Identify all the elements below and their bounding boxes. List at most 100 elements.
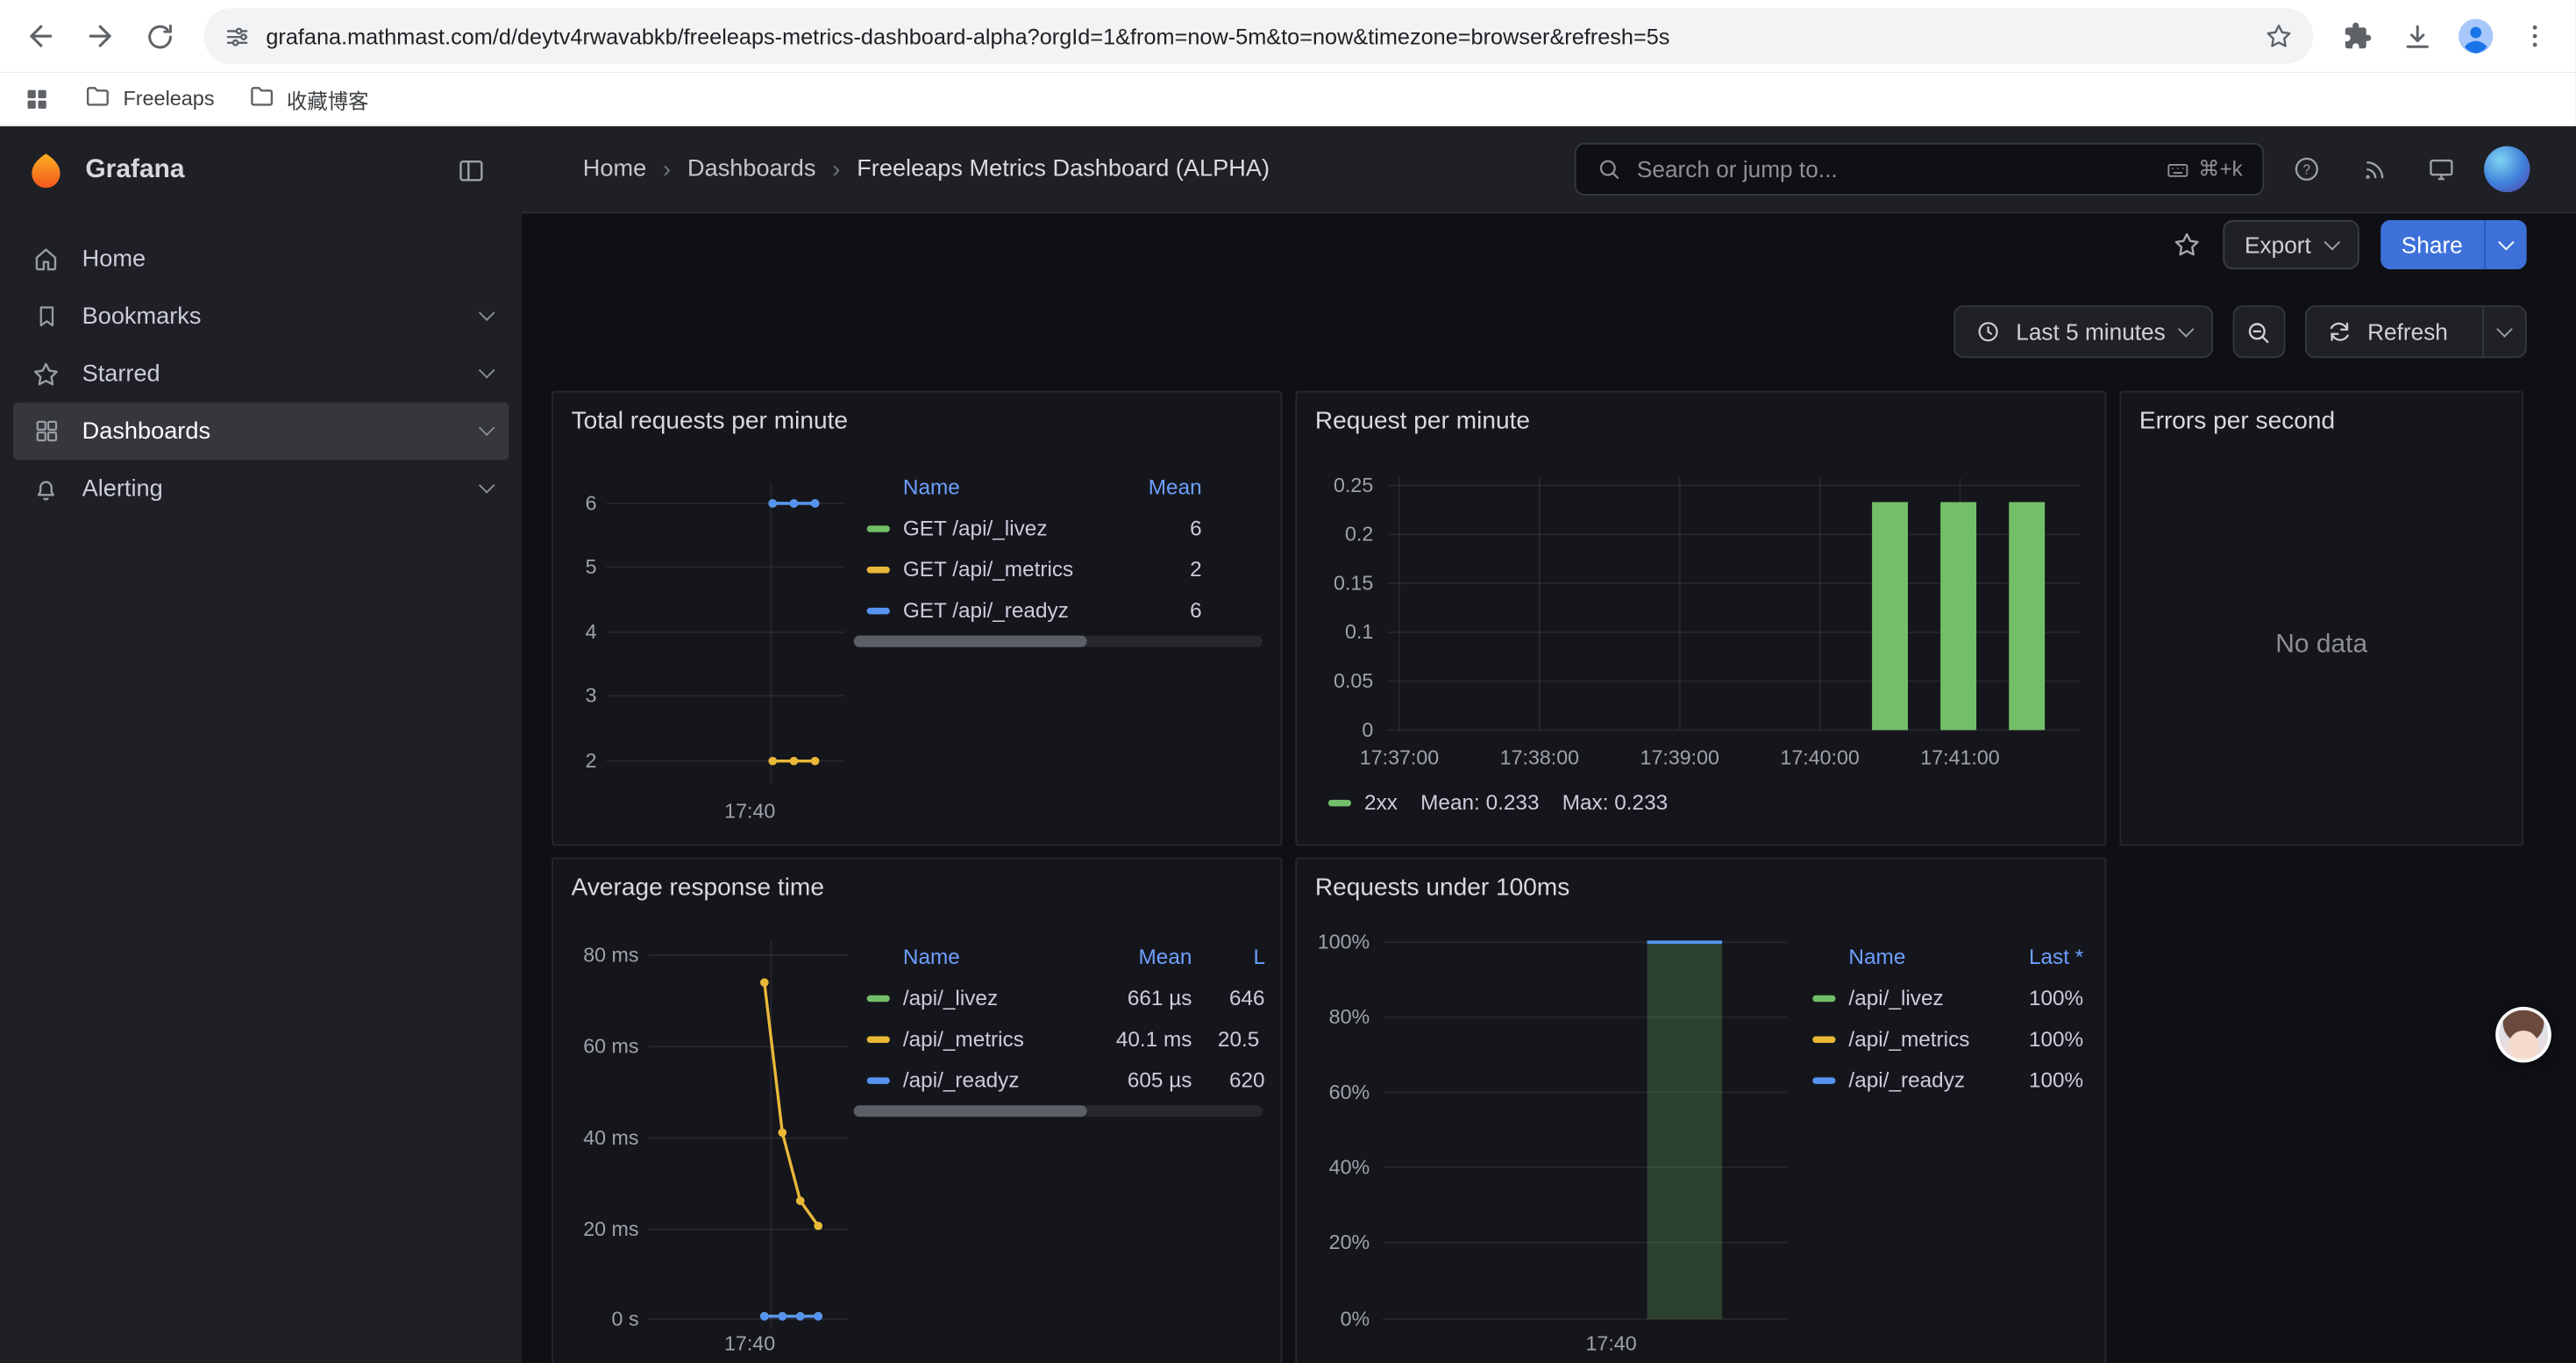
search-input[interactable]: Search or jump to... ⌘+k [1575,143,2264,196]
legend-header-last[interactable]: Last * [2004,944,2083,968]
legend-header-name[interactable]: Name [903,944,1084,968]
dock-sidebar-icon[interactable] [446,146,495,195]
bookmark-folder-freeleaps[interactable]: Freeleaps [83,82,214,115]
series-mean: 2 [1097,557,1202,582]
keyboard-shortcut: ⌘+k [2166,156,2243,182]
series-name: /api/_metrics [903,1026,1084,1051]
svg-text:17:38:00: 17:38:00 [1500,746,1579,768]
url-bar[interactable] [203,8,2313,64]
refresh-interval-button[interactable] [2482,307,2525,356]
legend-row[interactable]: GET /api/_livez 6 [850,508,1266,549]
menu-icon[interactable] [2507,8,2563,64]
tune-icon[interactable] [224,22,252,50]
request-per-minute-chart[interactable]: 0.250.20.150.10.05017:37:0017:38:0017:39… [1297,393,2104,845]
legend-row[interactable]: GET /api/_readyz 6 [850,589,1266,631]
bookmarks-bar: Freeleaps 收藏博客 [0,72,2576,126]
series-name: /api/_metrics [1848,1026,2004,1051]
legend-row[interactable]: /api/_metrics 40.1 ms 20.5 ms [850,1018,1266,1060]
svg-text:0%: 0% [1341,1307,1370,1330]
share-button[interactable]: Share [2380,220,2526,269]
panel-title[interactable]: Errors per second [2139,407,2335,435]
extensions-icon[interactable] [2330,8,2386,64]
legend-header-name[interactable]: Name [903,474,1097,498]
dashboard-actions: Export Share [522,213,2575,275]
profile-icon[interactable] [2448,8,2504,64]
user-avatar[interactable] [2484,146,2530,192]
chevron-down-icon[interactable] [479,477,495,494]
chevron-down-icon [2323,233,2340,250]
legend-row[interactable]: /api/_livez 100% [1812,977,2095,1018]
legend-header: Name Last * [1812,934,2095,977]
breadcrumb-dashboards[interactable]: Dashboards [687,156,815,182]
svg-text:0.25: 0.25 [1334,474,1373,496]
legend-row[interactable]: 2xx [1328,790,1398,815]
svg-text:?: ? [2303,162,2311,177]
sidebar-item-label: Alerting [82,475,163,502]
legend-row[interactable]: /api/_livez 661 µs 646 µs [850,977,1266,1018]
zoom-out-button[interactable] [2233,305,2286,358]
series-color-dash [867,1076,890,1082]
bookmark-star-icon[interactable] [2264,21,2294,51]
series-mean: 661 µs [1084,986,1192,1010]
svg-text:0.1: 0.1 [1345,620,1373,643]
svg-text:100%: 100% [1318,931,1370,953]
series-mean: 605 µs [1084,1067,1192,1092]
legend-scrollbar[interactable] [854,636,1263,647]
legend-header-name[interactable]: Name [1848,944,2004,968]
share-label[interactable]: Share [2380,220,2484,269]
rss-icon[interactable] [2350,145,2399,194]
forward-icon[interactable] [72,8,128,64]
chevron-down-icon[interactable] [479,420,495,437]
no-data-message: No data [2121,631,2522,660]
series-name: /api/_readyz [903,1067,1084,1092]
search-placeholder: Search or jump to... [1637,156,2151,182]
sidebar-item-bookmarks[interactable]: Bookmarks [13,288,509,346]
star-icon [30,357,62,389]
legend-row[interactable]: /api/_metrics 100% [1812,1018,2095,1060]
svg-text:6: 6 [586,491,597,514]
sidebar-item-alerting[interactable]: Alerting [13,460,509,517]
home-icon [30,242,62,275]
clock-icon [1975,318,2001,345]
sidebar-item-dashboards[interactable]: Dashboards [13,403,509,460]
download-icon[interactable] [2388,8,2444,64]
sidebar-item-label: Bookmarks [82,303,202,329]
svg-text:60%: 60% [1329,1081,1370,1103]
legend-row[interactable]: GET /api/_metrics 2 [850,548,1266,589]
legend-scrollbar[interactable] [854,1105,1263,1117]
bookmark-folder-blogs[interactable]: 收藏博客 [247,82,369,115]
help-icon[interactable]: ? [2282,145,2331,194]
sidebar-item-home[interactable]: Home [13,230,509,288]
legend-header-last[interactable]: Last [1192,944,1265,968]
main-area: Home › Dashboards › Freeleaps Metrics Da… [522,126,2575,1363]
legend-header: Name Mean Last [850,934,1266,977]
breadcrumb-home[interactable]: Home [583,156,646,182]
legend-header-mean[interactable]: Mean [1097,474,1202,498]
series-name: GET /api/_readyz [903,598,1097,623]
url-input[interactable] [266,24,2249,48]
chevron-down-icon[interactable] [479,304,495,321]
sidebar-item-label: Dashboards [82,418,210,445]
sidebar-item-starred[interactable]: Starred [13,345,509,403]
chevron-down-icon[interactable] [479,362,495,379]
monitor-icon[interactable] [2416,145,2466,194]
time-range-picker[interactable]: Last 5 minutes [1953,305,2213,358]
reload-icon[interactable] [132,8,188,64]
favorite-dashboard-button[interactable] [2173,230,2202,260]
legend-row[interactable]: /api/_readyz 605 µs 620 µs [850,1060,1266,1101]
series-last: 20.5 ms [1192,1026,1265,1051]
search-icon [1596,156,1622,182]
export-button[interactable]: Export [2224,220,2359,269]
back-icon[interactable] [13,8,69,64]
panel-total-requests: Total requests per minute 6543217:40 Nam… [551,391,1282,846]
apps-grid-icon[interactable] [23,84,51,112]
assistant-avatar[interactable] [2495,1007,2551,1063]
svg-text:17:37:00: 17:37:00 [1360,746,1439,768]
series-last: 646 µs [1192,986,1265,1010]
series-mean-stat: Mean: 0.233 [1420,790,1539,815]
legend-row[interactable]: /api/_readyz 100% [1812,1060,2095,1101]
legend-header-mean[interactable]: Mean [1084,944,1192,968]
grafana-logo[interactable] [26,150,66,189]
share-menu-button[interactable] [2484,220,2527,269]
refresh-button[interactable]: Refresh [2305,305,2527,358]
